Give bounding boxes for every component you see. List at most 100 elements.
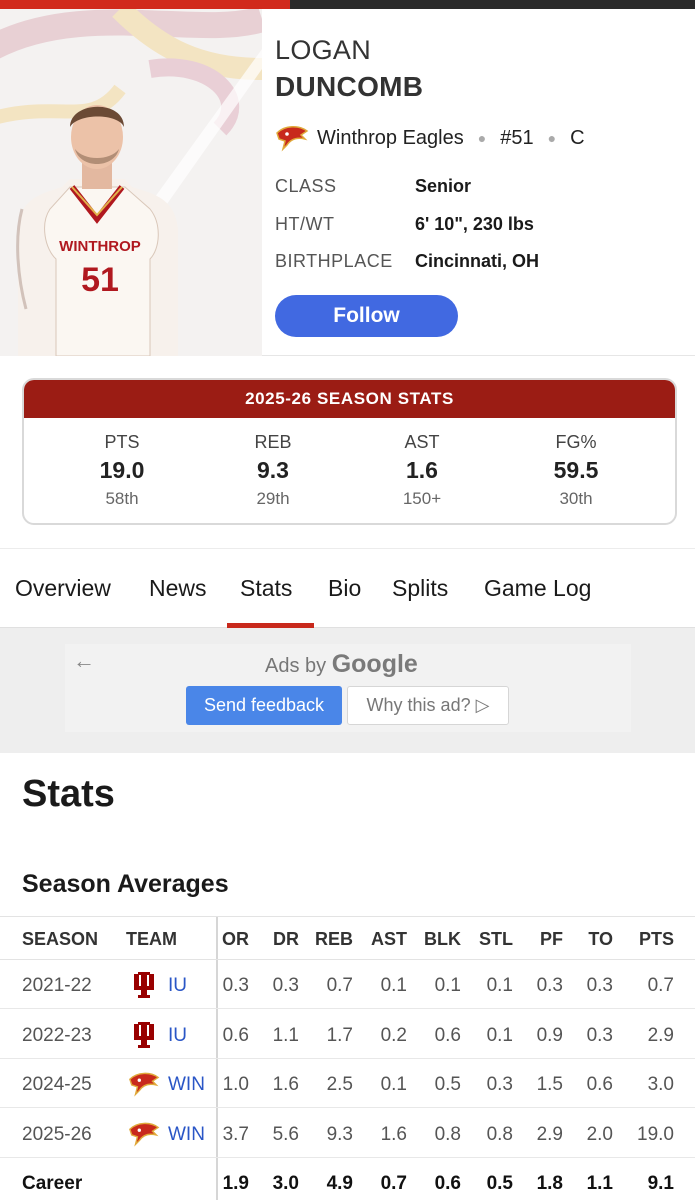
stat-pf-cell: 0.9 (536, 1024, 563, 1046)
stat-pts-cell: 0.7 (647, 975, 674, 996)
col-or[interactable]: OR (205, 929, 249, 950)
stat-blk-cell: 0.6 (434, 1024, 461, 1046)
player-last-name: DUNCOMB (275, 71, 424, 102)
stat-blk-cell: 0.5 (434, 1074, 461, 1095)
bio-value: Senior (415, 176, 472, 196)
stat-reb: REB 9.3 29th (213, 432, 333, 509)
stat-label: PTS (104, 432, 140, 452)
col-to[interactable]: TO (569, 929, 613, 950)
table-row[interactable]: 2022-23 IU 0.6 1.1 1.7 0.2 0.6 0.1 0.9 0.3 2.9 (0, 1010, 695, 1059)
stat-dr-cell: 1.6 (272, 1074, 299, 1095)
col-dr[interactable]: DR (255, 929, 299, 950)
winthrop-eagle-icon (128, 1119, 160, 1149)
back-arrow-icon[interactable]: ← (73, 648, 95, 674)
stat-pts-cell: 2.9 (647, 1024, 674, 1046)
bio-value: Cincinnati, OH (415, 251, 540, 271)
send-feedback-button[interactable]: Send feedback (186, 686, 342, 725)
career-blk-cell: 0.6 (434, 1173, 461, 1194)
season-cell: 2021-22 (22, 975, 92, 996)
winthrop-eagle-icon (276, 126, 309, 152)
season-cell: 2025-26 (22, 1123, 92, 1145)
tab-stats[interactable]: Stats (240, 575, 292, 602)
tab-bio[interactable]: Bio (328, 575, 361, 602)
career-to-cell: 1.1 (586, 1173, 613, 1194)
stat-reb-cell: 0.7 (326, 975, 353, 996)
bio-label: CLASS (275, 176, 337, 196)
season-averages-heading: Season Averages (22, 870, 229, 898)
stat-blk-cell: 0.1 (434, 975, 461, 996)
tab-overview[interactable]: Overview (15, 575, 111, 602)
stats-section: Stats Season Averages SEASON TEAM OR DR … (0, 753, 695, 1200)
career-label: Career (22, 1173, 83, 1194)
stat-ast-cell: 0.1 (380, 1074, 407, 1095)
top-brand-bar (0, 0, 695, 9)
career-row: Career 1.9 3.0 4.9 0.7 0.6 0.5 1.8 1.1 9.1 (0, 1158, 695, 1200)
why-this-ad-button[interactable]: Why this ad? ▷ (347, 686, 509, 725)
indiana-logo-icon (128, 1020, 160, 1050)
stat-to-cell: 0.3 (586, 975, 613, 996)
col-pts[interactable]: PTS (630, 929, 674, 950)
stat-value: 9.3 (257, 457, 289, 483)
stat-reb-cell: 2.5 (326, 1074, 353, 1095)
career-dr-cell: 3.0 (272, 1173, 299, 1194)
season-stats-card: 2025-26 SEASON STATS PTS 19.0 58th REB 9… (22, 378, 677, 525)
tab-splits[interactable]: Splits (392, 575, 448, 602)
career-or-cell: 1.9 (222, 1173, 249, 1194)
stat-stl-cell: 0.3 (486, 1074, 513, 1095)
col-blk[interactable]: BLK (417, 929, 461, 950)
stat-to-cell: 2.0 (586, 1123, 613, 1145)
separator-dot: ● (477, 130, 487, 146)
player-first-name: LOGAN (275, 35, 372, 65)
jersey-team-text: WINTHROP (59, 238, 141, 255)
team-link[interactable]: IU (168, 1025, 187, 1047)
table-row[interactable]: 2021-22 IU 0.3 0.3 0.7 0.1 0.1 0.1 0.3 0.3 0.7 (0, 960, 695, 1009)
stat-rank: 58th (105, 489, 139, 508)
team-link[interactable]: WIN (168, 1124, 205, 1146)
team-link[interactable]: IU (168, 975, 187, 997)
stat-blk-cell: 0.8 (434, 1123, 461, 1145)
stats-heading: Stats (22, 773, 115, 815)
stat-stl-cell: 0.1 (486, 1024, 513, 1046)
team-line: Winthrop Eagles ● #51 ● C (275, 121, 585, 155)
stat-to-cell: 0.3 (586, 1024, 613, 1046)
col-stl[interactable]: STL (469, 929, 513, 950)
table-row[interactable]: 2024-25 WIN 1.0 1.6 2.5 0.1 0.5 0.3 1.5 0.6 3.0 (0, 1059, 695, 1108)
col-ast[interactable]: AST (363, 929, 407, 950)
follow-button[interactable]: Follow (275, 295, 458, 337)
indiana-logo-icon (128, 970, 160, 1000)
stat-dr-cell: 1.1 (272, 1024, 299, 1046)
team-link[interactable]: WIN (168, 1074, 205, 1096)
ad-zone: ← Ads by Google Send feedback Why this a… (0, 628, 695, 753)
separator-dot: ● (547, 130, 557, 146)
col-season[interactable]: SEASON (22, 929, 98, 950)
stat-dr-cell: 0.3 (272, 975, 299, 996)
stat-ast: AST 1.6 150+ (362, 432, 482, 509)
stat-or-cell: 1.0 (222, 1074, 249, 1095)
stat-rank: 29th (256, 489, 290, 508)
season-stats-title: 2025-26 SEASON STATS (24, 380, 675, 418)
jersey-number-text: 51 (81, 261, 119, 299)
player-photo: WINTHROP 51 (0, 9, 262, 356)
col-pf[interactable]: PF (519, 929, 563, 950)
stat-label: AST (404, 432, 440, 452)
ad-box: ← Ads by Google Send feedback Why this a… (65, 644, 631, 732)
table-row[interactable]: 2025-26 WIN 3.7 5.6 9.3 1.6 0.8 0.8 2.9 2.0 19.0 (0, 1109, 695, 1158)
career-reb-cell: 4.9 (326, 1173, 353, 1194)
stat-ast-cell: 0.1 (380, 975, 407, 996)
col-team[interactable]: TEAM (126, 929, 177, 950)
stat-label: FG% (555, 432, 597, 452)
stat-pf-cell: 0.3 (536, 975, 563, 996)
career-pts-cell: 9.1 (647, 1173, 674, 1194)
stat-value: 59.5 (553, 457, 599, 483)
stat-value: 19.0 (99, 457, 145, 483)
team-link[interactable]: Winthrop Eagles (317, 127, 464, 150)
player-position: C (570, 126, 585, 149)
tab-game-log[interactable]: Game Log (484, 575, 591, 602)
bio-label: BIRTHPLACE (275, 251, 393, 271)
col-reb[interactable]: REB (309, 929, 353, 950)
stat-rank: 150+ (402, 489, 442, 508)
season-cell: 2022-23 (22, 1024, 92, 1046)
tab-news[interactable]: News (149, 575, 207, 602)
stat-pts: PTS 19.0 58th (62, 432, 182, 509)
stat-or-cell: 3.7 (222, 1123, 249, 1145)
